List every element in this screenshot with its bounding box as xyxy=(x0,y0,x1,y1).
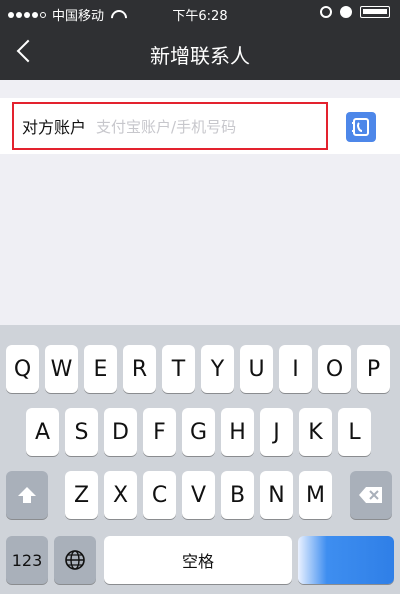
globe-key[interactable] xyxy=(54,536,96,584)
account-label: 对方账户 xyxy=(22,118,87,137)
key-s[interactable]: S xyxy=(65,408,98,456)
key-h[interactable]: H xyxy=(221,408,254,456)
globe-icon xyxy=(65,550,85,570)
header: 中国移动 下午6:28 新增联系人 xyxy=(0,0,400,80)
key-a[interactable]: A xyxy=(26,408,59,456)
key-p[interactable]: P xyxy=(357,345,390,393)
key-n[interactable]: N xyxy=(260,471,293,519)
space-key[interactable]: 空格 xyxy=(104,536,292,584)
key-o[interactable]: O xyxy=(318,345,351,393)
key-c[interactable]: C xyxy=(143,471,176,519)
account-input[interactable]: 支付宝账户/手机号码 xyxy=(96,116,236,137)
shift-icon xyxy=(18,487,36,503)
shift-key[interactable] xyxy=(6,471,48,519)
status-right xyxy=(320,6,390,18)
status-bar: 中国移动 下午6:28 xyxy=(0,0,400,26)
key-d[interactable]: D xyxy=(104,408,137,456)
key-r[interactable]: R xyxy=(123,345,156,393)
account-field[interactable]: 对方账户 支付宝账户/手机号码 xyxy=(12,102,328,150)
keyboard: Q W E R T Y U I O P A S D F G H J K L Z … xyxy=(0,325,400,594)
page-title: 新增联系人 xyxy=(150,44,250,68)
contact-picker-button[interactable] xyxy=(346,112,376,142)
alarm-icon xyxy=(340,6,352,18)
numbers-key[interactable]: 123 xyxy=(6,536,48,584)
key-t[interactable]: T xyxy=(162,345,195,393)
key-y[interactable]: Y xyxy=(201,345,234,393)
backspace-icon xyxy=(359,487,382,503)
key-i[interactable]: I xyxy=(279,345,312,393)
delete-key[interactable] xyxy=(350,471,392,519)
key-z[interactable]: Z xyxy=(65,471,98,519)
done-key[interactable] xyxy=(298,536,394,584)
contact-book-icon xyxy=(352,118,369,136)
account-row: 对方账户 支付宝账户/手机号码 xyxy=(0,98,400,154)
key-e[interactable]: E xyxy=(84,345,117,393)
key-b[interactable]: B xyxy=(221,471,254,519)
key-l[interactable]: L xyxy=(338,408,371,456)
key-m[interactable]: M xyxy=(299,471,332,519)
key-v[interactable]: V xyxy=(182,471,215,519)
key-g[interactable]: G xyxy=(182,408,215,456)
battery-icon xyxy=(360,6,390,18)
key-k[interactable]: K xyxy=(299,408,332,456)
nav-bar: 新增联系人 xyxy=(0,26,400,80)
key-q[interactable]: Q xyxy=(6,345,39,393)
key-u[interactable]: U xyxy=(240,345,273,393)
key-j[interactable]: J xyxy=(260,408,293,456)
orientation-lock-icon xyxy=(320,6,332,18)
key-f[interactable]: F xyxy=(143,408,176,456)
key-w[interactable]: W xyxy=(45,345,78,393)
key-x[interactable]: X xyxy=(104,471,137,519)
form-area: 对方账户 支付宝账户/手机号码 xyxy=(0,80,400,325)
